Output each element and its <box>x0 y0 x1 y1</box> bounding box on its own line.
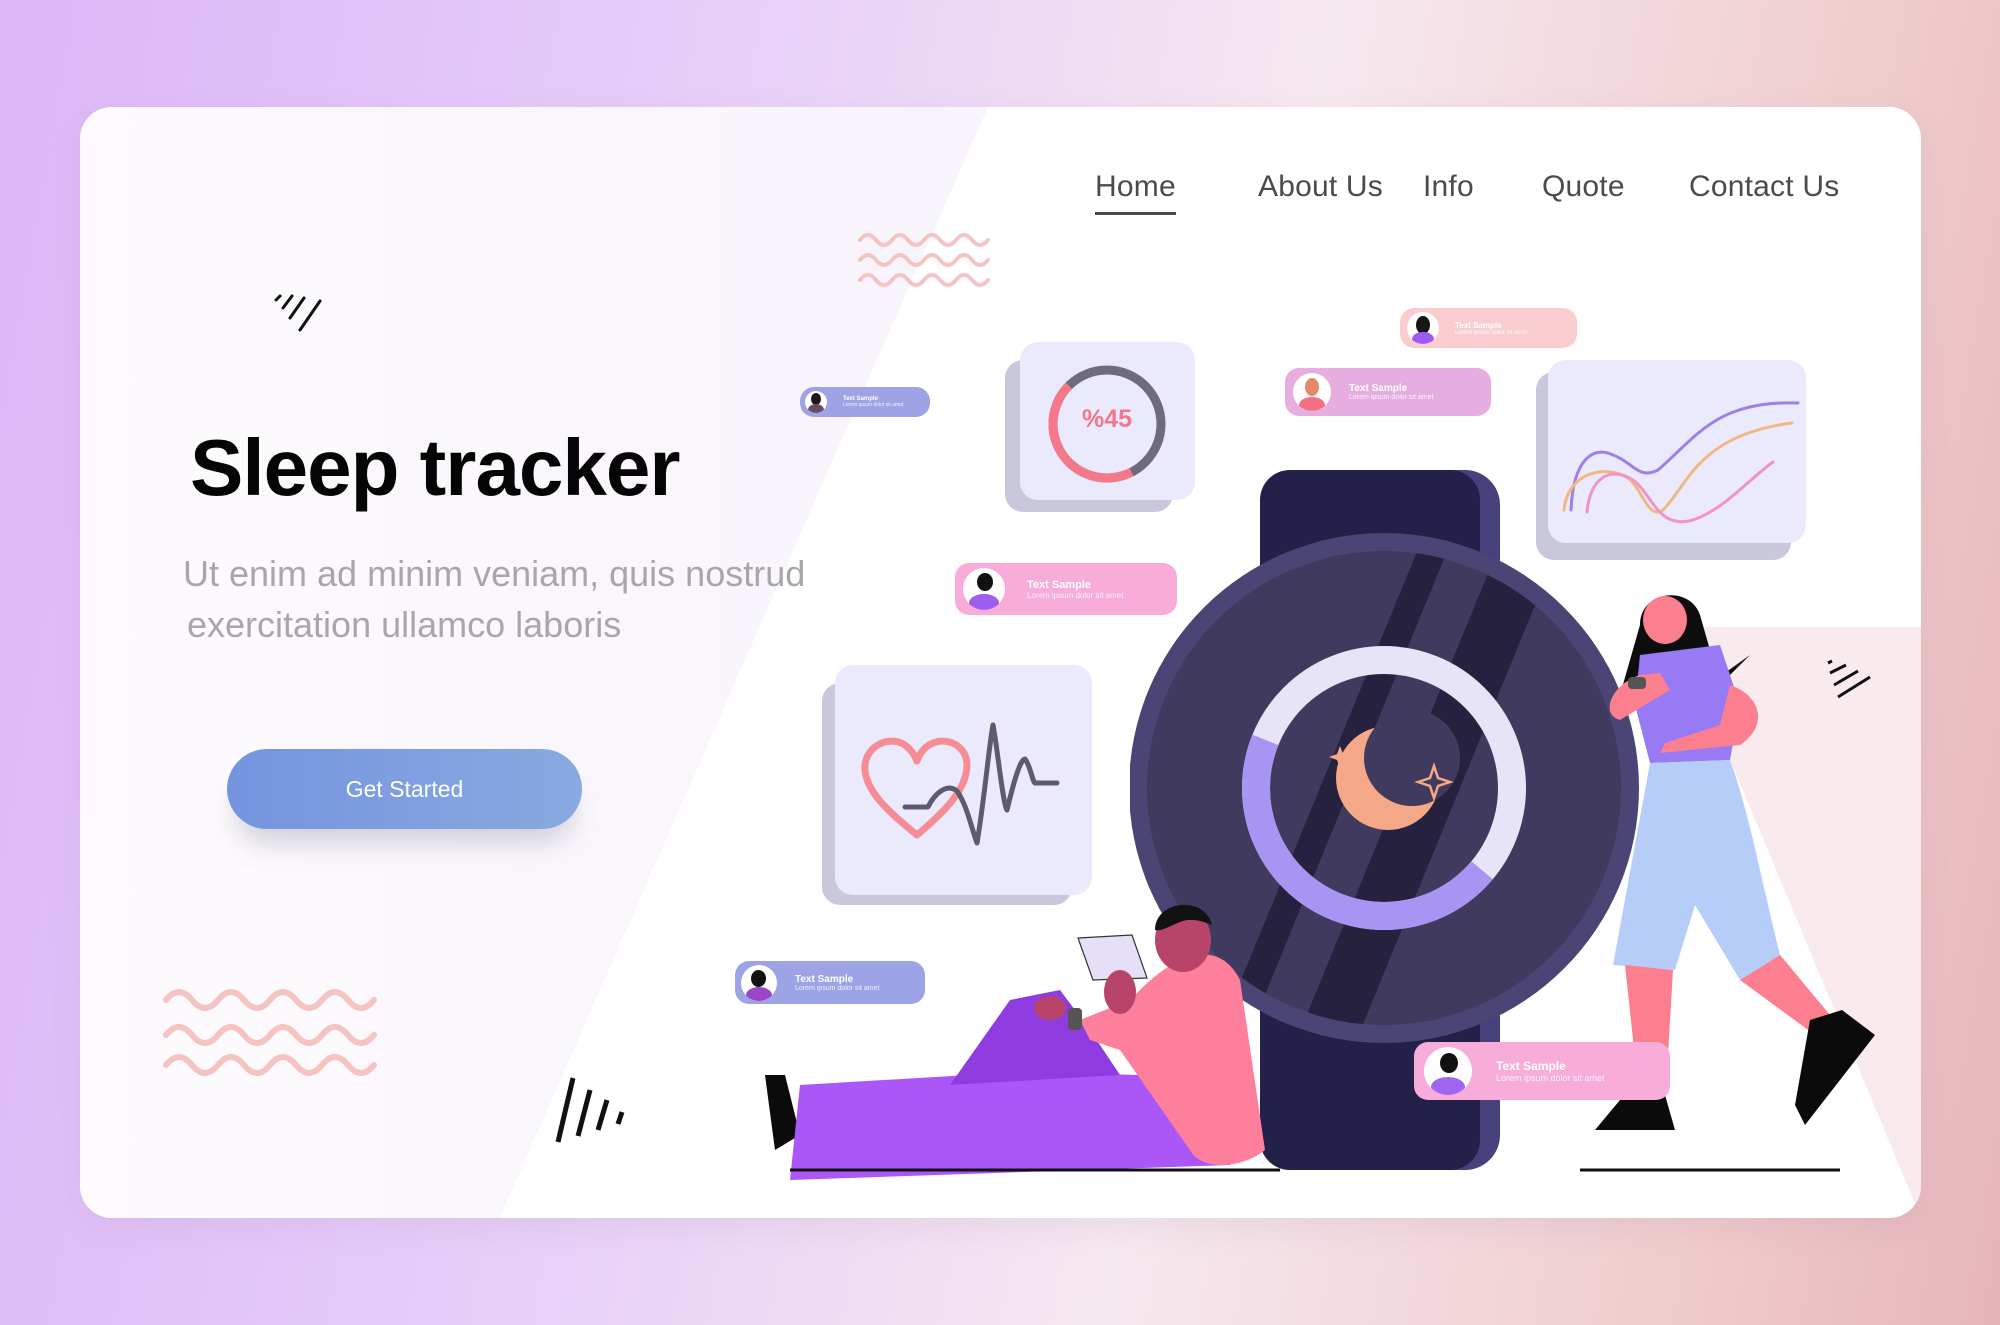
heart-icon <box>861 722 1060 846</box>
avatar <box>1424 1047 1472 1095</box>
avatar <box>1293 373 1331 411</box>
hero-subtitle-line-1: Ut enim ad minim veniam, quis nostrud <box>183 553 806 594</box>
chat-bubble[interactable]: Text Sample Lorem ipsum dolor sit amet <box>735 961 925 1004</box>
hero-subtitle: Ut enim ad minim veniam, quis nostrud ex… <box>183 548 883 650</box>
wristwatch <box>1068 1008 1082 1030</box>
trousers <box>1613 760 1780 980</box>
bubble-title: Text Sample <box>1496 1059 1566 1073</box>
bubble-title: Text Sample <box>1455 320 1502 330</box>
nav-home[interactable]: Home <box>1095 170 1176 215</box>
bubble-text: Lorem ipsum dolor sit amet <box>843 402 904 408</box>
chat-bubble[interactable]: Text Sample Lorem ipsum dolor sit amet <box>1414 1042 1670 1100</box>
head <box>1643 596 1687 644</box>
heart-rate-tile <box>822 665 1092 905</box>
hero-subtitle-line-2: exercitation ullamco laboris <box>187 604 622 645</box>
avatar <box>741 964 777 1001</box>
wave-decoration-top <box>858 233 990 287</box>
chat-bubble[interactable]: Text Sample Lorem ipsum dolor sit amet <box>800 387 930 417</box>
get-started-button[interactable]: Get Started <box>227 749 582 829</box>
progress-percent-label: %45 <box>1081 405 1133 433</box>
bubble-text: Lorem ipsum dolor sit amet <box>1455 329 1528 336</box>
hand <box>1104 970 1136 1014</box>
nav-quote[interactable]: Quote <box>1542 170 1625 204</box>
bubble-text: Lorem ipsum dolor sit amet <box>1027 590 1124 600</box>
hatch-decoration-bottom <box>555 1077 625 1143</box>
bubble-title: Text Sample <box>1027 578 1091 591</box>
shoe <box>1595 1095 1675 1130</box>
bubble-text: Lorem ipsum dolor sit amet <box>1496 1073 1605 1083</box>
bubble-title: Text Sample <box>795 973 854 985</box>
bubble-text: Lorem ipsum dolor sit amet <box>795 984 880 992</box>
wave-decoration-bottom-left <box>163 989 377 1076</box>
page-title: Sleep tracker <box>190 423 681 512</box>
nav-about-us[interactable]: About Us <box>1258 170 1383 204</box>
bubble-title: Text Sample <box>1349 383 1408 394</box>
avatar <box>805 391 827 413</box>
hand <box>1034 996 1066 1020</box>
nav-contact-us[interactable]: Contact Us <box>1689 170 1839 204</box>
chat-bubble[interactable]: Text Sample Lorem ipsum dolor sit amet <box>1400 308 1577 348</box>
hatch-decoration-top-left <box>274 294 322 332</box>
wristwatch <box>1628 677 1646 689</box>
bubble-text: Lorem ipsum dolor sit amet <box>1349 394 1434 401</box>
chat-bubble[interactable]: Text Sample Lorem ipsum dolor sit amet <box>1285 368 1491 416</box>
nav-info[interactable]: Info <box>1423 170 1474 204</box>
avatar <box>963 568 1005 610</box>
sitting-man-illustration <box>765 904 1280 1180</box>
avatar <box>1407 312 1439 344</box>
chat-bubble[interactable]: Text Sample Lorem ipsum dolor sit amet <box>955 563 1177 615</box>
